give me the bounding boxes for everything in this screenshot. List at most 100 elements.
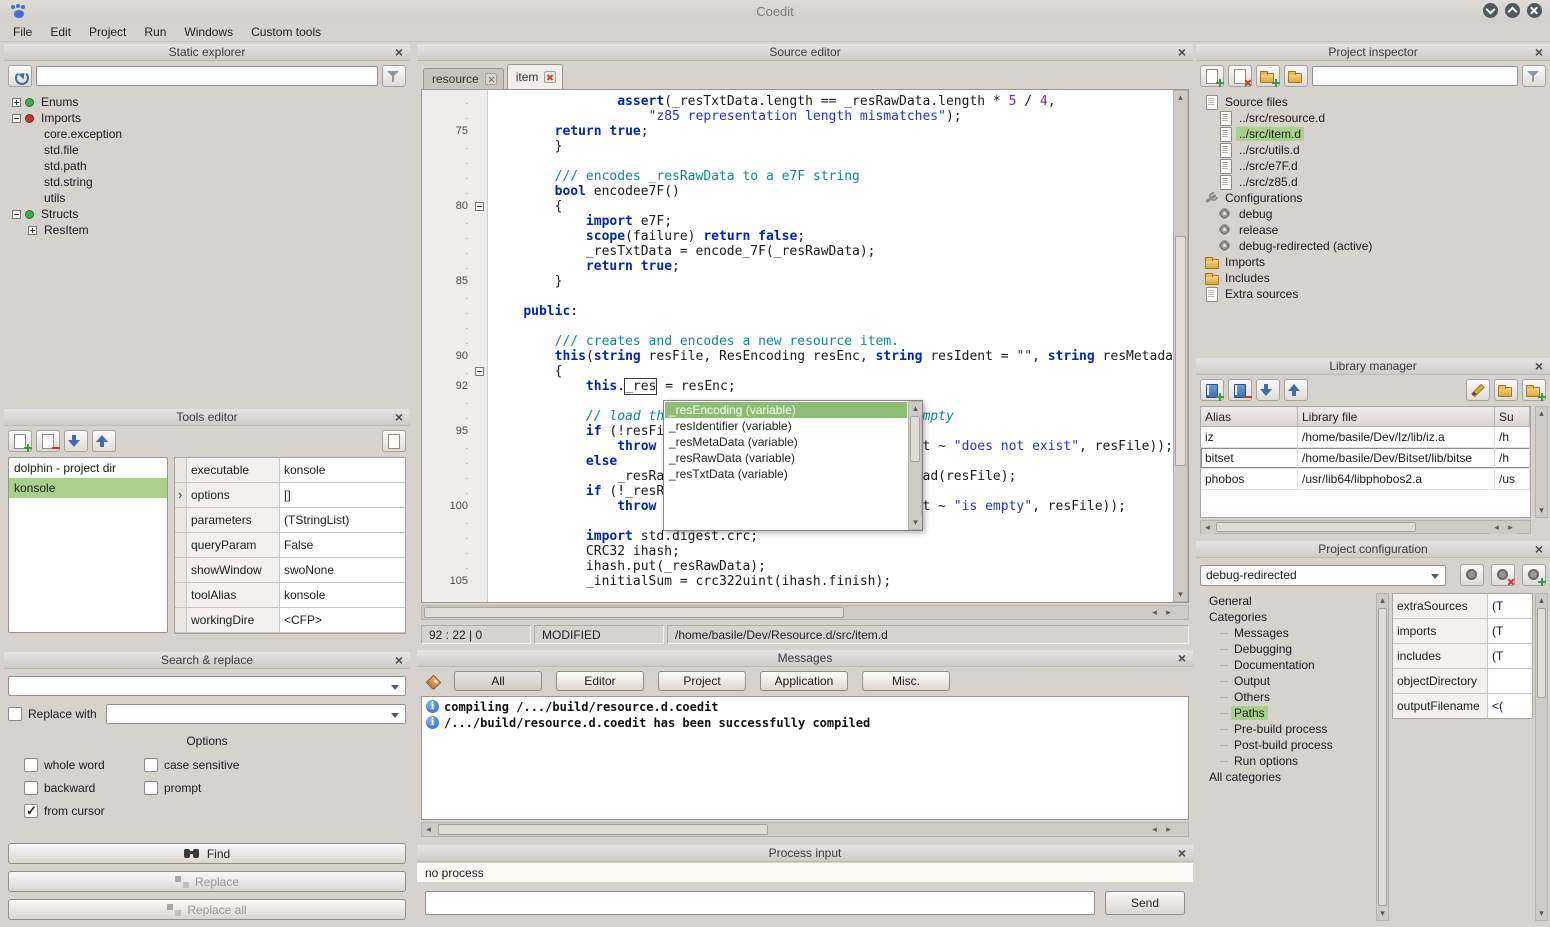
message-row[interactable]: /.../build/resource.d.coedit has been su… <box>424 715 1186 731</box>
move-library-up-button[interactable] <box>1284 379 1308 401</box>
close-panel-icon[interactable] <box>1532 541 1546 557</box>
scroll-up-icon[interactable] <box>1536 594 1547 607</box>
code-line[interactable]: 85 } <box>422 274 1173 289</box>
column-header-alias[interactable]: Alias <box>1201 407 1298 426</box>
config-category-post-build-process[interactable]: Post-build process <box>1200 737 1374 753</box>
scroll-down-icon[interactable] <box>1174 588 1187 601</box>
config-category-paths[interactable]: Paths <box>1200 705 1374 721</box>
tree-item-core-exception[interactable]: core.exception <box>6 126 408 142</box>
code-line[interactable]: . } <box>422 139 1173 154</box>
option-prompt[interactable]: prompt <box>144 781 410 795</box>
fold-marker-icon[interactable] <box>475 202 484 211</box>
configuration-tree-scrollbar[interactable] <box>1376 593 1389 921</box>
checkbox-icon[interactable] <box>24 781 38 795</box>
filter-misc[interactable]: Misc. <box>862 671 950 691</box>
menu-file[interactable]: File <box>4 23 41 41</box>
library-row-bitset[interactable]: bitset/home/basile/Dev/Bitset/lib/bitse/… <box>1201 448 1530 469</box>
code-line[interactable]: . "z85 representation length mismatches"… <box>422 109 1173 124</box>
library-row-iz[interactable]: iz/home/basile/Dev/Iz/lib/iz.a/h <box>1201 427 1530 448</box>
add-tool-button[interactable] <box>8 430 32 452</box>
edit-library-button[interactable] <box>1466 379 1490 401</box>
editor-vscrollbar[interactable] <box>1173 90 1188 602</box>
scroll-down-icon[interactable] <box>1536 907 1547 920</box>
scroll-down-icon[interactable] <box>1536 504 1547 517</box>
scroll-left-icon[interactable] <box>1490 521 1503 534</box>
tree-item-std-path[interactable]: std.path <box>6 158 408 174</box>
library-row-phobos[interactable]: phobos/usr/lib64/libphobos2.a/us <box>1201 469 1530 490</box>
property-value[interactable] <box>1488 669 1532 693</box>
property-value[interactable]: (T <box>1488 619 1532 643</box>
property-value[interactable]: (TStringList) <box>280 508 405 532</box>
property-value[interactable]: konsole <box>280 458 405 482</box>
expand-icon[interactable] <box>28 226 37 235</box>
scroll-left-icon[interactable] <box>422 823 435 836</box>
config-category-pre-build-process[interactable]: Pre-build process <box>1200 721 1374 737</box>
expand-icon[interactable] <box>12 98 21 107</box>
tree-item-std-string[interactable]: std.string <box>6 174 408 190</box>
code-line[interactable]: . public: <box>422 304 1173 319</box>
menu-custom-tools[interactable]: Custom tools <box>242 23 330 41</box>
scroll-thumb[interactable] <box>438 824 768 835</box>
menu-edit[interactable]: Edit <box>41 23 80 41</box>
code-line[interactable]: . scope(failure) return false; <box>422 229 1173 244</box>
menu-project[interactable]: Project <box>80 23 135 41</box>
send-button[interactable]: Send <box>1105 891 1185 915</box>
add-folder-button[interactable] <box>1256 65 1280 87</box>
property-value[interactable]: <CFP> <box>280 608 405 632</box>
code-line[interactable]: . ihash.put(_resRawData); <box>422 559 1173 574</box>
code-line[interactable]: 80 { <box>422 199 1173 214</box>
code-line[interactable]: . <box>422 154 1173 169</box>
code-line[interactable]: . return true; <box>422 259 1173 274</box>
menu-run[interactable]: Run <box>135 23 175 41</box>
property-value[interactable]: [] <box>280 483 405 507</box>
scroll-up-icon[interactable] <box>1174 91 1187 104</box>
remove-configuration-button[interactable] <box>1491 564 1515 586</box>
configuration-combo[interactable]: debug-redirected <box>1200 565 1446 586</box>
tab-close-icon[interactable] <box>485 73 497 85</box>
filter-all[interactable]: All <box>454 671 542 691</box>
code-line[interactable]: . { <box>422 364 1173 379</box>
close-window-icon[interactable] <box>1527 3 1542 18</box>
scroll-thumb[interactable] <box>1537 608 1546 698</box>
property-value[interactable]: (T <box>1488 594 1532 618</box>
inspector-filter-button[interactable] <box>1522 65 1546 87</box>
tree-item-utils[interactable]: utils <box>6 190 408 206</box>
option-whole-word[interactable]: whole word <box>24 758 144 772</box>
inspector-item-extra-sources[interactable]: Extra sources <box>1198 286 1548 302</box>
close-panel-icon[interactable] <box>1532 358 1546 374</box>
open-folder-button[interactable] <box>1284 65 1308 87</box>
property-value[interactable]: False <box>280 533 405 557</box>
tool-item-konsole[interactable]: konsole <box>9 478 167 498</box>
checkbox-icon[interactable] <box>24 758 38 772</box>
filter-button[interactable] <box>382 65 406 87</box>
tree-item-enums[interactable]: Enums <box>6 94 408 110</box>
add-configuration-button[interactable] <box>1522 564 1546 586</box>
inspector-item-includes[interactable]: Includes <box>1198 270 1548 286</box>
inspector-item-src-e7f-d[interactable]: ../src/e7F.d <box>1198 158 1548 174</box>
option-from-cursor[interactable]: from cursor <box>24 804 144 818</box>
tree-item-std-file[interactable]: std.file <box>6 142 408 158</box>
add-library-button[interactable] <box>1200 379 1224 401</box>
property-value[interactable]: <( <box>1488 694 1532 718</box>
scroll-thumb[interactable] <box>1216 522 1416 532</box>
config-category-run-options[interactable]: Run options <box>1200 753 1374 769</box>
scroll-thumb[interactable] <box>424 607 844 618</box>
checkbox-icon[interactable] <box>144 758 158 772</box>
message-row[interactable]: compiling /.../build/resource.d.coedit <box>424 699 1186 715</box>
code-line[interactable]: . assert(_resTxtData.length == _resRawDa… <box>422 94 1173 109</box>
move-tool-up-button[interactable] <box>92 430 116 452</box>
scroll-right-icon[interactable] <box>1162 606 1175 619</box>
remove-library-button[interactable] <box>1228 379 1252 401</box>
column-header-su[interactable]: Su <box>1495 407 1530 426</box>
column-header-library-file[interactable]: Library file <box>1298 407 1495 426</box>
code-line[interactable]: . /// creates and encodes a new resource… <box>422 334 1173 349</box>
inspector-item-debug[interactable]: debug <box>1198 206 1548 222</box>
checkbox-icon[interactable] <box>24 804 38 818</box>
menu-windows[interactable]: Windows <box>175 23 242 41</box>
inspector-item-debug-redirected-active[interactable]: debug-redirected (active) <box>1198 238 1548 254</box>
config-category-all-categories[interactable]: All categories <box>1200 769 1374 785</box>
library-from-project-button[interactable] <box>1522 379 1546 401</box>
messages-hscrollbar[interactable] <box>421 822 1189 837</box>
property-value[interactable]: konsole <box>280 583 405 607</box>
inspector-item-src-resource-d[interactable]: ../src/resource.d <box>1198 110 1548 126</box>
